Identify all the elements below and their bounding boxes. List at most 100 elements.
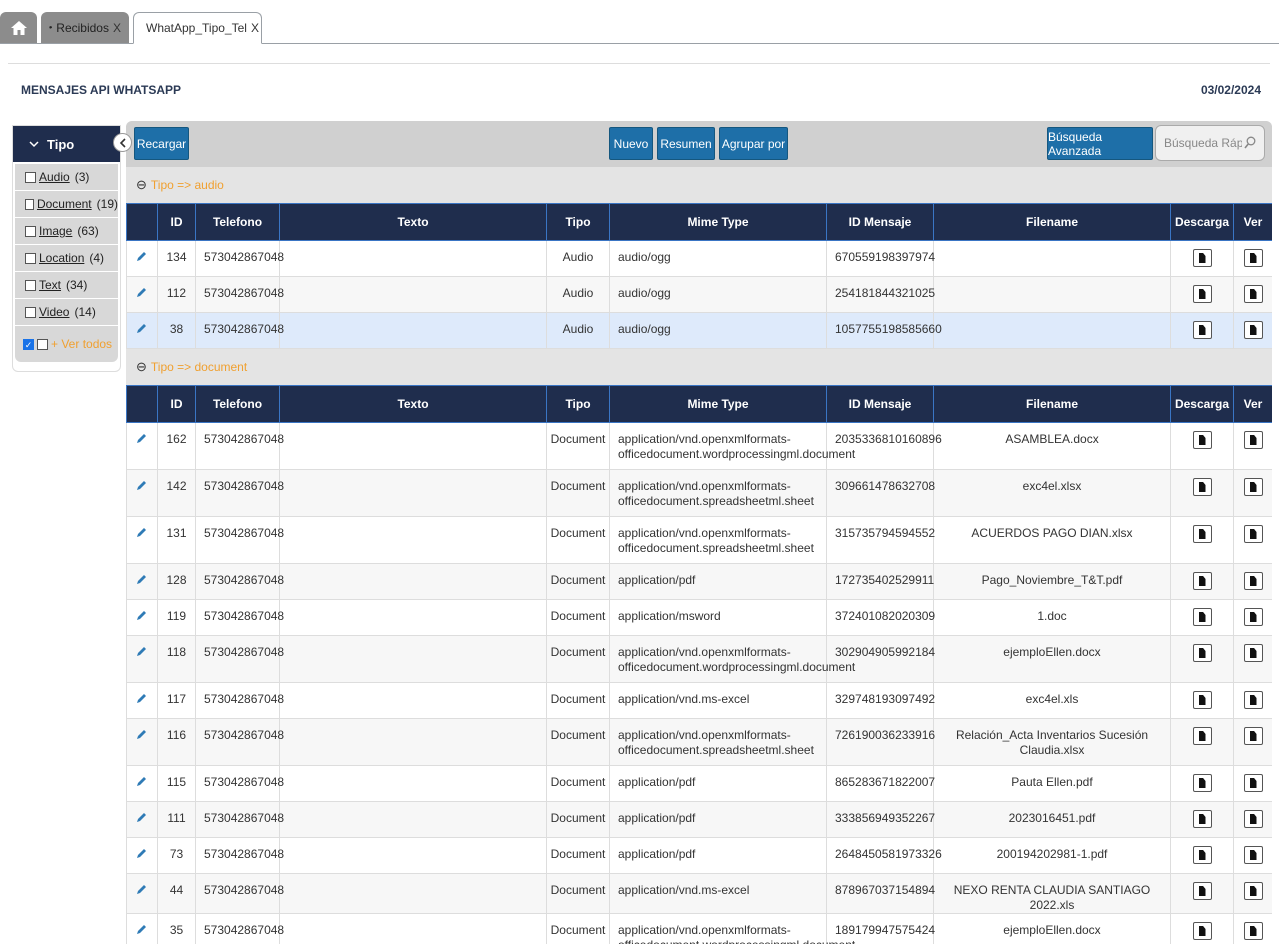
download-cell[interactable] bbox=[1170, 516, 1234, 564]
checkbox[interactable] bbox=[25, 279, 36, 291]
edit-cell[interactable] bbox=[126, 913, 158, 944]
column-header[interactable]: Ver bbox=[1233, 385, 1272, 423]
edit-cell[interactable] bbox=[126, 276, 158, 313]
filter-item-all[interactable]: ✓ + Ver todos bbox=[15, 326, 118, 362]
table-row[interactable]: 134 573042867048 Audio audio/ogg 67055919839… bbox=[126, 240, 1272, 277]
download-cell[interactable] bbox=[1170, 873, 1234, 914]
edit-cell[interactable] bbox=[126, 240, 158, 277]
edit-cell[interactable] bbox=[126, 873, 158, 914]
pencil-icon[interactable] bbox=[136, 645, 148, 657]
edit-cell[interactable] bbox=[126, 718, 158, 766]
pencil-icon[interactable] bbox=[136, 923, 148, 935]
column-header[interactable]: Filename bbox=[933, 203, 1171, 241]
view-file-icon[interactable] bbox=[1243, 774, 1263, 792]
pencil-icon[interactable] bbox=[136, 250, 148, 262]
filter-item-video[interactable]: Video (14) bbox=[15, 299, 118, 326]
download-cell[interactable] bbox=[1170, 469, 1234, 517]
pencil-icon[interactable] bbox=[136, 847, 148, 859]
download-cell[interactable] bbox=[1170, 635, 1234, 683]
column-header[interactable]: Ver bbox=[1233, 203, 1272, 241]
view-file-icon[interactable] bbox=[1243, 285, 1263, 303]
column-header[interactable]: Telefono bbox=[195, 385, 280, 423]
download-cell[interactable] bbox=[1170, 276, 1234, 313]
pencil-icon[interactable] bbox=[136, 609, 148, 621]
edit-cell[interactable] bbox=[126, 682, 158, 719]
filter-link[interactable]: Audio bbox=[39, 170, 70, 184]
view-cell[interactable] bbox=[1233, 635, 1272, 683]
table-row[interactable]: 118 573042867048 Document application/vnd.o… bbox=[126, 635, 1272, 683]
group-by-button[interactable]: Agrupar por bbox=[719, 127, 788, 160]
column-header[interactable]: Texto bbox=[279, 385, 547, 423]
download-icon[interactable] bbox=[1192, 882, 1212, 900]
view-file-icon[interactable] bbox=[1243, 691, 1263, 709]
table-row[interactable]: 142 573042867048 Document application/vnd.o… bbox=[126, 469, 1272, 517]
table-row[interactable]: 116 573042867048 Document application/vnd.o… bbox=[126, 718, 1272, 766]
view-cell[interactable] bbox=[1233, 469, 1272, 517]
checkbox[interactable] bbox=[25, 306, 36, 318]
pencil-icon[interactable] bbox=[136, 728, 148, 740]
column-header[interactable]: ID Mensaje bbox=[826, 203, 934, 241]
view-file-icon[interactable] bbox=[1243, 882, 1263, 900]
download-cell[interactable] bbox=[1170, 801, 1234, 838]
checkbox[interactable] bbox=[25, 171, 36, 183]
collapse-group-icon[interactable]: ⊖ bbox=[136, 177, 147, 193]
checkbox[interactable] bbox=[25, 252, 36, 264]
download-icon[interactable] bbox=[1192, 922, 1212, 940]
collapse-group-icon[interactable]: ⊖ bbox=[136, 359, 147, 375]
checkbox-checked[interactable]: ✓ bbox=[23, 338, 34, 350]
download-cell[interactable] bbox=[1170, 312, 1234, 349]
pencil-icon[interactable] bbox=[136, 432, 148, 444]
download-icon[interactable] bbox=[1192, 525, 1212, 543]
filter-header[interactable]: Tipo bbox=[13, 126, 120, 162]
pencil-icon[interactable] bbox=[136, 811, 148, 823]
group-header[interactable]: ⊖ Tipo => document bbox=[126, 349, 1272, 385]
edit-cell[interactable] bbox=[126, 312, 158, 349]
reload-button[interactable]: Recargar bbox=[134, 127, 189, 160]
column-header[interactable]: Filename bbox=[933, 385, 1171, 423]
column-header[interactable]: Tipo bbox=[546, 385, 610, 423]
view-cell[interactable] bbox=[1233, 913, 1272, 944]
view-cell[interactable] bbox=[1233, 240, 1272, 277]
view-cell[interactable] bbox=[1233, 599, 1272, 636]
download-icon[interactable] bbox=[1192, 431, 1212, 449]
download-cell[interactable] bbox=[1170, 682, 1234, 719]
table-row[interactable]: 131 573042867048 Document application/vnd.o… bbox=[126, 516, 1272, 564]
download-icon[interactable] bbox=[1192, 644, 1212, 662]
filter-link[interactable]: Image bbox=[39, 224, 72, 238]
view-cell[interactable] bbox=[1233, 312, 1272, 349]
close-icon[interactable]: X bbox=[251, 21, 259, 35]
edit-cell[interactable] bbox=[126, 765, 158, 802]
download-icon[interactable] bbox=[1192, 846, 1212, 864]
column-header[interactable]: ID Mensaje bbox=[826, 385, 934, 423]
table-row[interactable]: 111 573042867048 Document application/pdf 33… bbox=[126, 801, 1272, 838]
filter-link[interactable]: Location bbox=[39, 251, 84, 265]
edit-cell[interactable] bbox=[126, 469, 158, 517]
download-icon[interactable] bbox=[1192, 774, 1212, 792]
view-file-icon[interactable] bbox=[1243, 431, 1263, 449]
edit-cell[interactable] bbox=[126, 599, 158, 636]
edit-cell[interactable] bbox=[126, 635, 158, 683]
view-cell[interactable] bbox=[1233, 765, 1272, 802]
download-icon[interactable] bbox=[1192, 572, 1212, 590]
pencil-icon[interactable] bbox=[136, 692, 148, 704]
column-header[interactable]: Descarga bbox=[1170, 203, 1234, 241]
pencil-icon[interactable] bbox=[136, 883, 148, 895]
download-icon[interactable] bbox=[1192, 249, 1212, 267]
checkbox[interactable] bbox=[25, 225, 36, 237]
view-file-icon[interactable] bbox=[1243, 727, 1263, 745]
filter-item-document[interactable]: Document (19) bbox=[15, 191, 118, 218]
view-file-icon[interactable] bbox=[1243, 572, 1263, 590]
table-row[interactable]: 112 573042867048 Audio audio/ogg 25418184432… bbox=[126, 276, 1272, 313]
edit-cell[interactable] bbox=[126, 837, 158, 874]
pencil-icon[interactable] bbox=[136, 775, 148, 787]
table-row[interactable]: 35 573042867048 Document application/vnd.op… bbox=[126, 913, 1272, 944]
table-row[interactable]: 73 573042867048 Document application/pdf 264… bbox=[126, 837, 1272, 874]
view-file-icon[interactable] bbox=[1243, 478, 1263, 496]
new-button[interactable]: Nuevo bbox=[609, 127, 653, 160]
download-icon[interactable] bbox=[1192, 478, 1212, 496]
checkbox[interactable] bbox=[25, 198, 34, 210]
tab-home[interactable] bbox=[0, 12, 37, 43]
view-cell[interactable] bbox=[1233, 422, 1272, 470]
download-icon[interactable] bbox=[1192, 810, 1212, 828]
edit-cell[interactable] bbox=[126, 801, 158, 838]
